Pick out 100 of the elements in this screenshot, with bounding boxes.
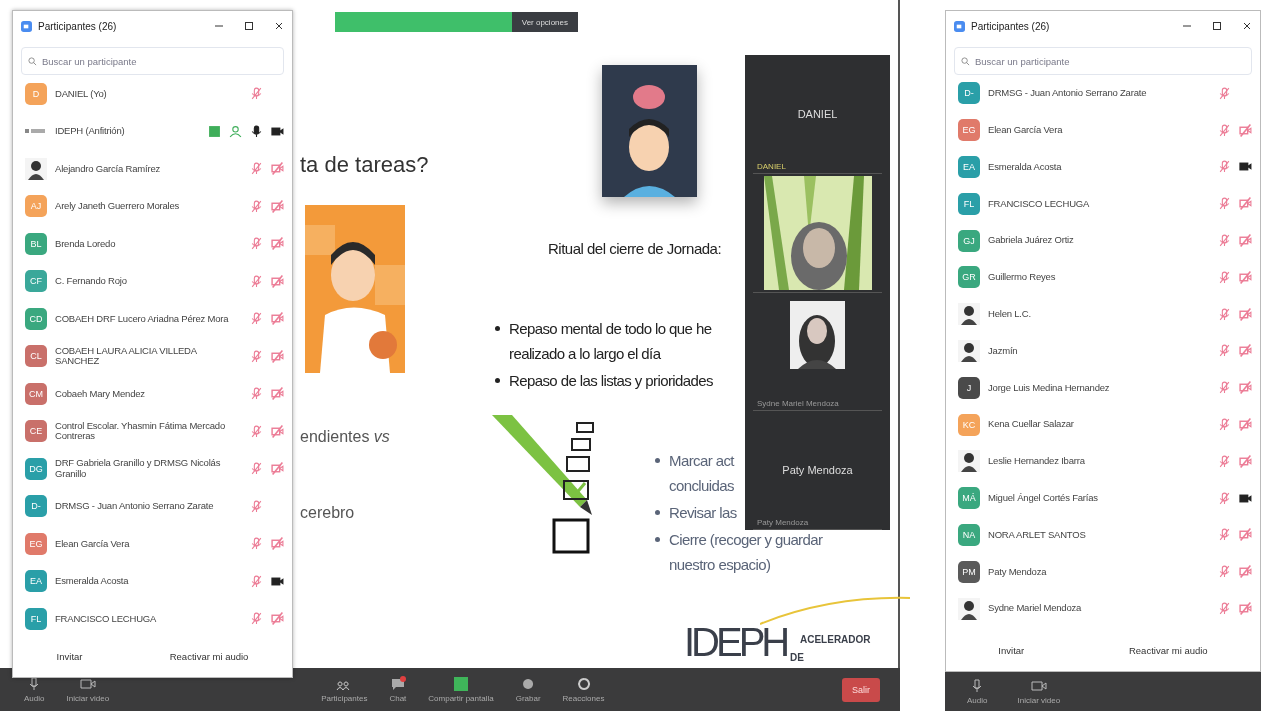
participant-name: Paty Mendoza xyxy=(988,566,1048,577)
participant-name: IDEPH (Anfitrión) xyxy=(55,126,126,137)
audio-button[interactable]: Audio xyxy=(963,678,992,705)
participant-name: NORA ARLET SANTOS xyxy=(988,529,1087,541)
participant-name: Leslie Hernandez Ibarra xyxy=(988,456,1086,467)
video-camera-icon xyxy=(1030,678,1047,694)
avatar: NA xyxy=(958,523,980,546)
chat-bubble-icon xyxy=(389,676,406,692)
participant-name: Elean García Vera xyxy=(55,538,131,549)
participant-name: Cobaeh Mary Mendez xyxy=(55,388,146,399)
avatar: MÁ xyxy=(958,487,980,510)
tile-label: Paty Mendoza xyxy=(757,518,809,527)
participants-button[interactable]: Participantes xyxy=(317,676,372,703)
avatar: EA xyxy=(25,570,47,593)
logo-text: DE xyxy=(790,652,804,663)
participant-name: Kena Cuellar Salazar xyxy=(988,419,1075,430)
avatar: CD xyxy=(25,307,47,330)
avatar: J xyxy=(958,376,980,399)
slide-title: ta de tareas? xyxy=(300,152,429,178)
participant-name: DANIEL (Yo) xyxy=(55,88,108,99)
participant-name: Arely Janeth Guerrero Morales xyxy=(55,201,181,212)
swoosh-icon xyxy=(760,596,910,626)
avatar: EG xyxy=(958,119,980,142)
bullet-icon xyxy=(655,458,660,463)
avatar: CF xyxy=(25,270,47,293)
slide-text: endientes vs xyxy=(300,428,390,446)
close-icon[interactable] xyxy=(274,21,284,31)
footer-button[interactable]: Invitar xyxy=(992,643,1031,657)
share-button[interactable]: Compartir pantalla xyxy=(424,676,498,703)
bullet-text: Revisar las xyxy=(669,503,737,523)
bullet-text: Repaso de las listas y prioridades xyxy=(509,371,713,391)
participant-name: Helen L.C. xyxy=(988,308,1032,320)
participant-name: Alejandro García Ramírez xyxy=(55,163,162,174)
reactions-button[interactable]: Reacciones xyxy=(558,676,609,703)
avatar: PM xyxy=(958,560,980,583)
logo-icon xyxy=(25,127,47,136)
avatar: AJ xyxy=(25,195,47,218)
avatar: D- xyxy=(958,82,980,105)
leave-button[interactable]: Salir xyxy=(842,677,880,702)
search-icon xyxy=(28,57,37,66)
video-button[interactable]: Iniciar video xyxy=(62,676,114,703)
tile-label: Sydne Mariel Mendoza xyxy=(757,399,839,408)
logo-text: ACELERADOR xyxy=(800,634,871,645)
search-field[interactable]: Buscar un participante xyxy=(954,47,1252,75)
search-field[interactable]: Buscar un participante xyxy=(21,47,284,75)
footer-button[interactable]: Reactivar mi audio xyxy=(1122,643,1214,657)
record-button[interactable]: Grabar xyxy=(511,676,545,703)
tile-label: DANIEL xyxy=(757,162,786,171)
participant-name: DRMSG - Juan Antonio Serrano Zarate xyxy=(988,88,1148,99)
avatar: DG xyxy=(25,457,47,480)
participant-name: Miguel Ángel Cortés Farías xyxy=(988,492,1099,504)
share-icon xyxy=(208,124,221,138)
participant-name: Jazmín xyxy=(988,345,1019,357)
avatar: BL xyxy=(25,232,47,255)
bullet-text: Repaso mental de todo lo que he realizado a lo largo el día xyxy=(509,319,712,364)
participant-name: Paty Mendoza xyxy=(782,464,853,476)
audio-button[interactable]: Audio xyxy=(20,676,49,703)
participant-name: Gabriela Juárez Ortiz xyxy=(988,235,1075,246)
chat-button[interactable]: Chat xyxy=(385,676,411,703)
footer-button[interactable]: Reactivar mi audio xyxy=(163,649,255,663)
maximize-icon[interactable] xyxy=(1212,21,1222,31)
participant-name: FRANCISCO LECHUGA xyxy=(55,613,158,624)
bullet-icon xyxy=(495,378,500,383)
bullet-icon xyxy=(655,510,660,515)
participant-name: Control Escolar. Yhasmin Fátima Mercado Contreras xyxy=(55,420,226,442)
avatar: GR xyxy=(958,266,980,289)
close-icon[interactable] xyxy=(1242,21,1252,31)
participant-name: Sydne Mariel Mendoza xyxy=(988,603,1083,614)
participant-name: Esmeralda Acosta xyxy=(55,576,130,587)
window-title: Participantes (26) xyxy=(38,20,118,32)
avatar: D xyxy=(25,82,47,105)
share-screen-icon xyxy=(453,676,469,692)
footer-button[interactable]: Invitar xyxy=(50,649,89,663)
participant-name: Jorge Luis Medina Hernandez xyxy=(988,382,1111,393)
avatar: CL xyxy=(25,345,47,368)
logo-text: IDEPH xyxy=(684,622,787,662)
participant-name: Elean García Vera xyxy=(988,124,1064,136)
maximize-icon[interactable] xyxy=(244,21,254,31)
avatar: CE xyxy=(25,420,47,443)
window-title: Participantes (26) xyxy=(971,20,1051,32)
view-options-button[interactable]: Ver opciones xyxy=(511,12,578,32)
avatar: EG xyxy=(25,532,47,555)
participant-name: Brenda Loredo xyxy=(55,238,117,249)
participant-name: C. Fernando Rojo xyxy=(55,276,128,287)
participant-name: FRANCISCO LECHUGA xyxy=(988,198,1091,209)
avatar: FL xyxy=(25,607,47,630)
participant-name: Esmeralda Acosta xyxy=(988,161,1063,173)
participant-name: Guillermo Reyes xyxy=(988,272,1057,283)
video-button[interactable]: Iniciar video xyxy=(1013,678,1065,705)
search-icon xyxy=(961,57,970,66)
bullet-text: Cierre (recoger y guardar nuestro espacio) xyxy=(669,530,823,575)
participant-name: DANIEL xyxy=(797,108,838,120)
participant-name: DRMSG - Juan Antonio Serrano Zarate xyxy=(55,501,215,512)
participant-name: COBAEH LAURA ALICIA VILLEDA SANCHEZ xyxy=(55,345,198,367)
avatar: FL xyxy=(958,192,980,215)
avatar: CM xyxy=(25,382,47,405)
bullet-icon xyxy=(655,537,660,542)
avatar: D- xyxy=(25,495,47,518)
bullet-icon xyxy=(495,326,500,331)
slide-heading: Ritual del cierre de Jornada: xyxy=(548,240,722,257)
